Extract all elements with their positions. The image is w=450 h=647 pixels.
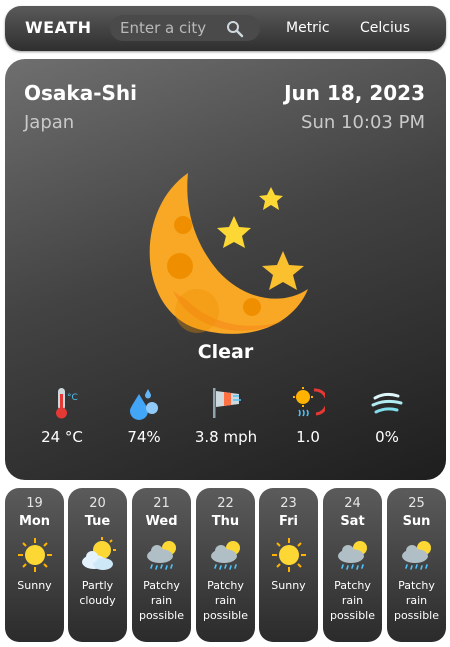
forecast-day-name: Tue: [84, 514, 111, 529]
patchy-rain-icon: [401, 541, 431, 570]
thermometer-icon: °C: [56, 388, 78, 419]
humidity-drops-icon: [130, 389, 158, 420]
forecast-day-number: 20: [89, 496, 106, 511]
app-brand: WEATH: [25, 18, 92, 37]
forecast-day[interactable]: 24 Sat Patchy rain possible: [323, 488, 382, 642]
wind-icon: [213, 388, 241, 418]
patchy-rain-icon: [210, 541, 240, 570]
partly-cloudy-icon: [81, 537, 116, 570]
uv-metric: 1.0: [263, 386, 353, 446]
forecast-day-name: Thu: [211, 514, 240, 529]
forecast-day-number: 22: [217, 496, 234, 511]
forecast-day-name: Fri: [279, 514, 298, 529]
forecast-condition: Sunny: [271, 579, 306, 592]
forecast-condition: Patchy rain possible: [329, 579, 376, 622]
celsius-units-button[interactable]: Celcius: [360, 20, 410, 36]
forecast-day[interactable]: 21 Wed Patchy rain possible: [132, 488, 191, 642]
forecast-day-name: Wed: [145, 514, 178, 529]
temperature-value: 24 °C: [41, 428, 83, 446]
wind-value: 3.8 mph: [194, 428, 258, 446]
current-weather-card: Osaka-Shi Japan Jun 18, 2023 Sun 10:03 P…: [5, 59, 446, 480]
uv-value: 1.0: [296, 428, 320, 446]
forecast-day[interactable]: 19 Mon Sunny: [5, 488, 64, 642]
forecast-condition: Patchy rain possible: [202, 579, 249, 622]
forecast-day[interactable]: 20 Tue Partly cloudy: [68, 488, 127, 642]
forecast-day-name: Mon: [18, 514, 51, 529]
humidity-metric: 74%: [99, 386, 189, 446]
forecast-day[interactable]: 22 Thu Patchy rain possible: [196, 488, 255, 642]
country-name: Japan: [24, 112, 75, 133]
wind-metric: 3.8 mph: [181, 386, 271, 446]
forecast-condition: Partly cloudy: [79, 579, 116, 607]
temperature-metric: °C 24 °C: [17, 386, 107, 446]
forecast-condition: Patchy rain possible: [138, 579, 185, 622]
humidity-value: 74%: [127, 428, 161, 446]
forecast-day-number: 21: [153, 496, 170, 511]
moon-stars-icon: [149, 173, 308, 334]
metric-units-button[interactable]: Metric: [286, 20, 330, 36]
patchy-rain-icon: [337, 541, 367, 570]
forecast-day-name: Sat: [340, 514, 365, 529]
rain-chance-value: 0%: [375, 428, 399, 446]
forecast-day[interactable]: 23 Fri Sunny: [259, 488, 318, 642]
rain-chance-icon: [371, 392, 403, 414]
patchy-rain-icon: [146, 541, 176, 570]
forecast-day-number: 24: [344, 496, 361, 511]
current-date: Jun 18, 2023: [284, 81, 425, 105]
forecast-day-number: 25: [408, 496, 425, 511]
forecast-condition: Sunny: [17, 579, 52, 592]
city-name: Osaka-Shi: [24, 81, 137, 105]
forecast-day-name: Sun: [402, 514, 431, 529]
current-condition: Clear: [197, 341, 254, 363]
forecast-day-number: 19: [26, 496, 43, 511]
svg-text:°C: °C: [67, 393, 78, 403]
top-bar: WEATH Metric Celcius: [5, 6, 446, 51]
rain-chance-metric: 0%: [342, 386, 432, 446]
sun-icon: [17, 538, 52, 572]
forecast-day[interactable]: 25 Sun Patchy rain possible: [387, 488, 446, 642]
sun-icon: [271, 538, 306, 572]
search-icon[interactable]: [226, 20, 244, 38]
uv-index-icon: [293, 387, 325, 417]
forecast-condition: Patchy rain possible: [393, 579, 440, 622]
forecast-day-number: 23: [280, 496, 297, 511]
